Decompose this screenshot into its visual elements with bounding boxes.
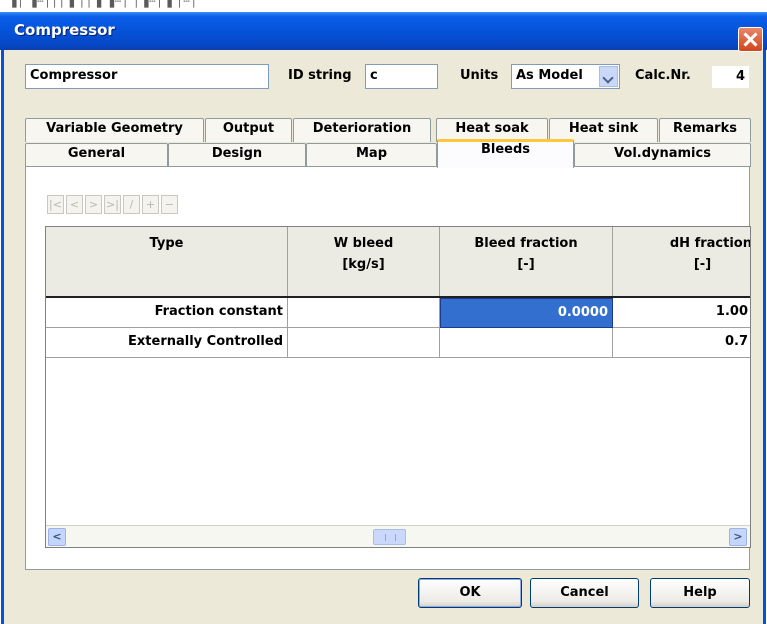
component-name-field[interactable]: Compressor (25, 64, 269, 89)
next-row-icon[interactable]: > (85, 195, 102, 214)
scroll-left-icon[interactable]: < (48, 528, 66, 546)
window-title: Compressor (14, 21, 115, 39)
first-row-icon[interactable]: |< (47, 195, 64, 214)
units-select[interactable]: As Model (511, 64, 620, 89)
last-row-icon[interactable]: >| (104, 195, 121, 214)
scrollbar-thumb[interactable] (373, 529, 406, 545)
column-header-dh-fraction[interactable]: dH fraction [-] (613, 227, 751, 297)
bleeds-grid[interactable]: Type W bleed [kg/s] Bleed fraction [-] d… (45, 226, 751, 548)
column-header-unit: [-] (693, 257, 712, 272)
tab-variable-geometry[interactable]: Variable Geometry (25, 118, 204, 142)
column-header-unit: [-] (517, 257, 535, 272)
tab-output[interactable]: Output (205, 118, 292, 142)
column-header-title: Type (149, 236, 184, 251)
units-selected-value: As Model (516, 68, 583, 83)
close-button[interactable] (738, 27, 763, 52)
cell-type[interactable]: Externally Controlled (46, 328, 288, 358)
tab-design[interactable]: Design (168, 143, 306, 167)
chevron-down-icon[interactable] (599, 66, 618, 87)
column-header-title: W bleed (333, 236, 394, 251)
tab-vol-dynamics[interactable]: Vol.dynamics (574, 143, 751, 167)
column-header-unit: [kg/s] (342, 257, 385, 272)
cell-bleed-fraction[interactable] (440, 328, 613, 358)
prev-row-icon[interactable]: < (66, 195, 83, 214)
cell-w-bleed[interactable] (288, 298, 440, 328)
calc-nr-label: Calc.Nr. (635, 68, 691, 83)
cell-bleed-fraction[interactable]: 0.0000 (440, 298, 613, 328)
cell-w-bleed[interactable] (288, 328, 440, 358)
column-header-w-bleed[interactable]: W bleed [kg/s] (288, 227, 440, 297)
tab-bleeds[interactable]: Bleeds (437, 139, 574, 168)
ok-button[interactable]: OK (418, 578, 522, 608)
id-string-label: ID string (288, 68, 352, 83)
horizontal-scrollbar[interactable]: < > (46, 525, 750, 547)
column-header-bleed-fraction[interactable]: Bleed fraction [-] (440, 227, 613, 297)
scroll-right-icon[interactable]: > (729, 528, 747, 546)
cell-type[interactable]: Fraction constant (46, 298, 288, 328)
units-label: Units (460, 68, 499, 83)
cancel-button[interactable]: Cancel (530, 578, 639, 608)
column-header-title: Bleed fraction (474, 236, 578, 251)
delete-row-icon[interactable]: − (161, 195, 178, 214)
column-header-type[interactable]: Type (46, 227, 288, 297)
cell-dh-fraction[interactable]: 1.00 (613, 298, 750, 328)
insert-row-icon[interactable]: / (123, 195, 140, 214)
help-button[interactable]: Help (650, 578, 750, 608)
title-bar[interactable]: Compressor (0, 12, 767, 52)
column-header-title: dH fraction (669, 236, 751, 251)
id-string-field[interactable]: c (365, 64, 438, 89)
tab-map[interactable]: Map (306, 143, 437, 167)
tab-general[interactable]: General (25, 143, 168, 167)
calc-nr-value: 4 (712, 66, 749, 88)
cell-dh-fraction[interactable]: 0.7 (613, 328, 750, 358)
tab-deterioration[interactable]: Deterioration (293, 118, 431, 142)
tab-remarks[interactable]: Remarks (659, 118, 751, 142)
background-window-strip: ▐│ ▐┄│││▐ ││▐ ▐┄│ │▐┄│▐ │┄│ (0, 0, 767, 12)
background-window-text: ▐│ ▐┄│││▐ ││▐ ▐┄│ │▐┄│▐ │┄│ (8, 0, 198, 8)
append-row-icon[interactable]: + (142, 195, 159, 214)
